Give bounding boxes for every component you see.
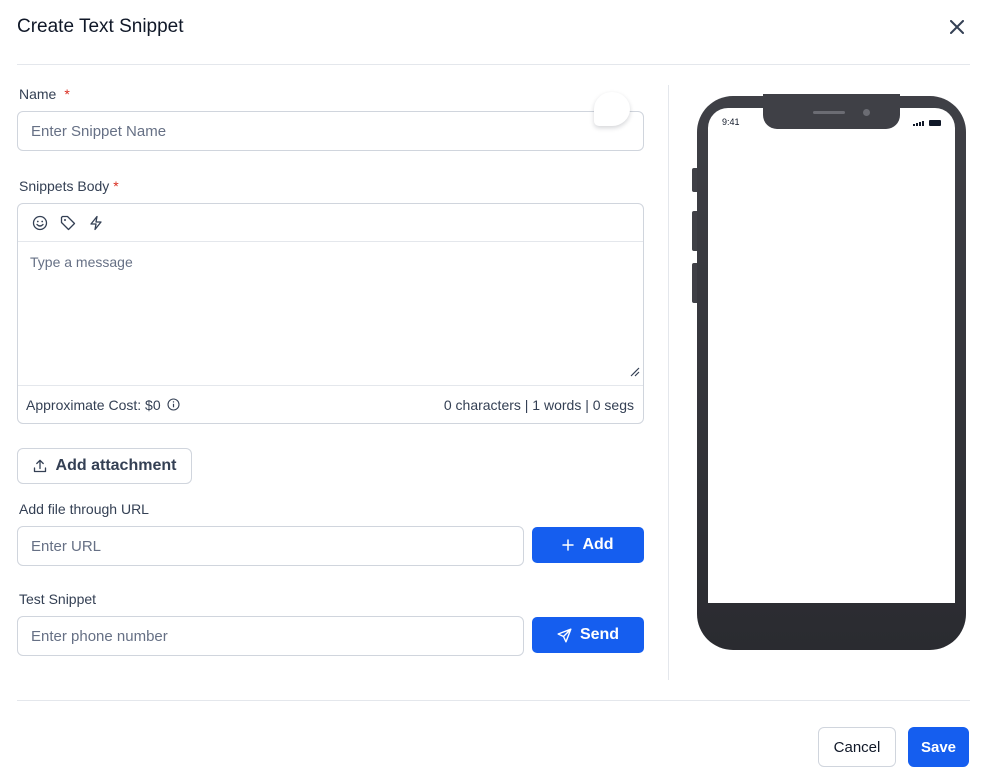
editor-toolbar bbox=[18, 204, 643, 242]
plus-icon bbox=[562, 539, 575, 551]
cancel-button[interactable]: Cancel bbox=[818, 727, 896, 767]
add-url-button[interactable]: Add bbox=[532, 527, 644, 563]
phone-notch bbox=[763, 94, 900, 129]
save-button[interactable]: Save bbox=[908, 727, 969, 767]
camera-icon bbox=[863, 109, 870, 116]
test-snippet-label: Test Snippet bbox=[19, 591, 97, 607]
message-textarea[interactable] bbox=[18, 242, 643, 385]
section-divider bbox=[668, 85, 669, 680]
message-counts: 0 characters | 1 words | 0 segs bbox=[443, 396, 634, 413]
name-label: Name * bbox=[19, 86, 70, 102]
phone-preview: 9:41 bbox=[697, 94, 966, 650]
upload-icon bbox=[33, 459, 46, 473]
footer-divider bbox=[17, 700, 970, 701]
close-icon bbox=[950, 20, 964, 34]
battery-icon bbox=[929, 120, 941, 126]
phone-screen: 9:41 bbox=[708, 108, 955, 603]
send-test-button[interactable]: Send bbox=[532, 617, 644, 653]
phone-number-input[interactable] bbox=[17, 616, 524, 656]
emoji-icon[interactable] bbox=[32, 215, 48, 231]
url-input[interactable] bbox=[17, 526, 524, 566]
status-time: 9:41 bbox=[722, 117, 740, 127]
approximate-cost: Approximate Cost: $0 bbox=[26, 397, 180, 413]
resize-handle-icon[interactable] bbox=[630, 367, 640, 377]
speaker-icon bbox=[813, 111, 845, 114]
required-mark: * bbox=[113, 178, 119, 194]
required-mark: * bbox=[64, 86, 70, 102]
header-divider bbox=[17, 64, 970, 65]
editor-footer: Approximate Cost: $0 0 characters | 1 wo… bbox=[18, 385, 643, 423]
send-icon bbox=[557, 628, 572, 642]
lightning-icon[interactable] bbox=[88, 215, 104, 231]
info-icon[interactable] bbox=[167, 398, 180, 411]
signal-icon bbox=[913, 121, 924, 126]
add-attachment-label: Add attachment bbox=[55, 457, 177, 474]
body-label: Snippets Body * bbox=[19, 178, 119, 194]
snippet-name-input[interactable] bbox=[17, 111, 644, 151]
tag-icon[interactable] bbox=[60, 215, 76, 231]
send-test-label: Send bbox=[579, 626, 620, 643]
add-attachment-button[interactable]: Add attachment bbox=[17, 448, 192, 484]
chat-bubble-widget[interactable] bbox=[594, 92, 630, 126]
page-title: Create Text Snippet bbox=[17, 16, 184, 37]
message-editor: Approximate Cost: $0 0 characters | 1 wo… bbox=[17, 203, 644, 424]
url-label: Add file through URL bbox=[19, 501, 149, 517]
close-button[interactable] bbox=[946, 16, 968, 38]
add-url-label: Add bbox=[582, 536, 614, 553]
